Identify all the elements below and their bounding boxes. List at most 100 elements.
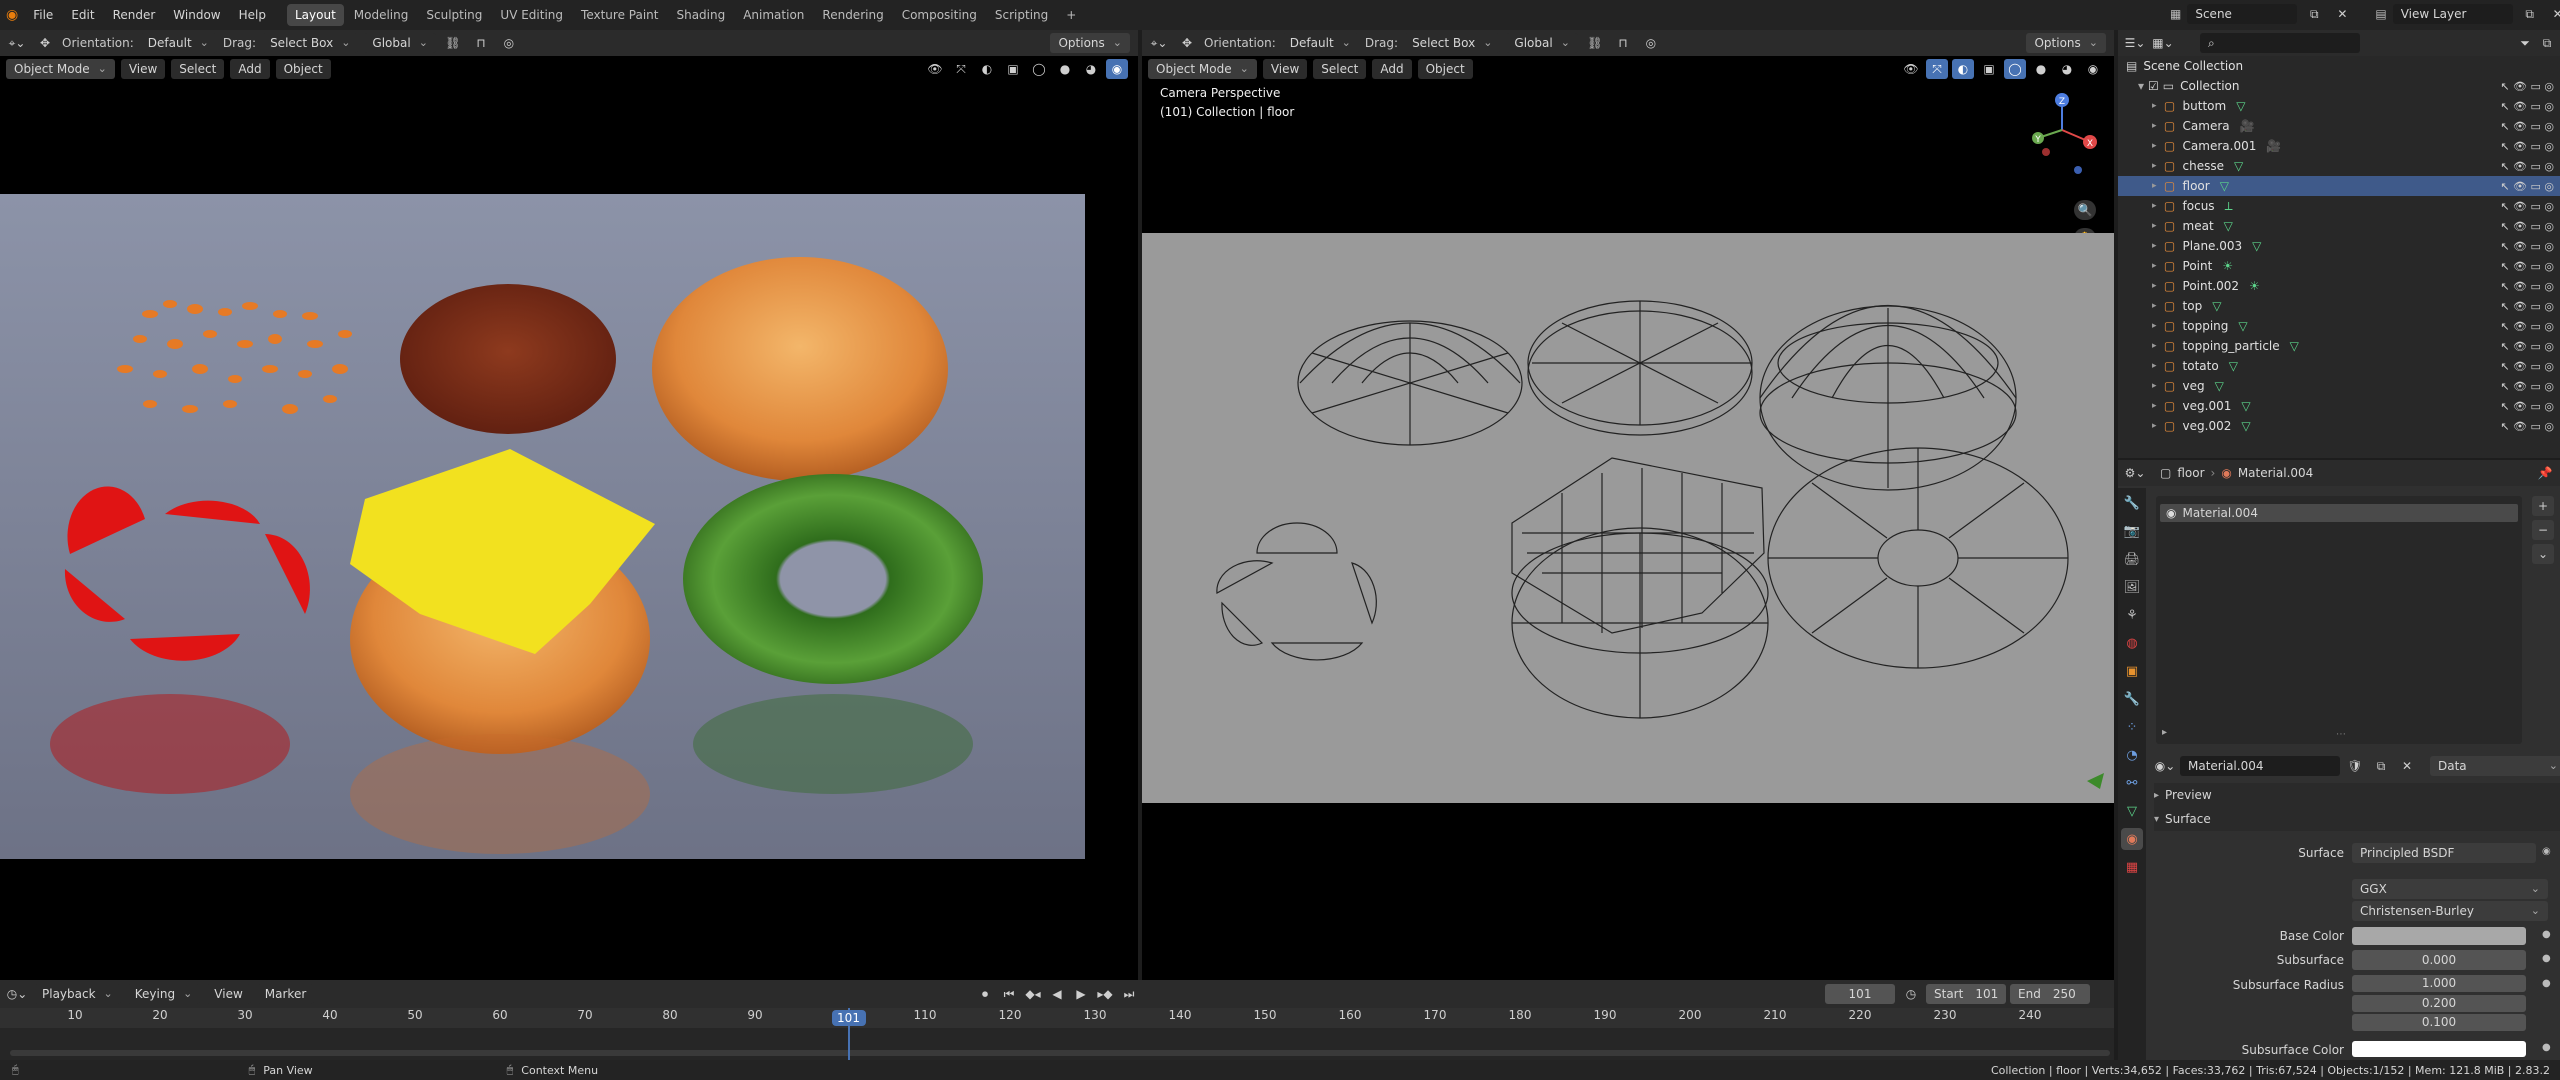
expand-arrow-icon[interactable]: ▸ xyxy=(2152,301,2157,311)
menu-object[interactable]: Object xyxy=(275,59,331,79)
row-toggle-icons[interactable]: ↖ 👁 ▭ ◎ xyxy=(2500,80,2554,93)
subsurface-radius-x-field[interactable]: 1.000 xyxy=(2352,975,2526,992)
visibility-icon[interactable]: 👁 xyxy=(1900,59,1922,79)
unlink-material-icon[interactable]: ✕ xyxy=(2396,756,2418,776)
row-toggle-icons[interactable]: ↖ 👁 ▭ ◎ xyxy=(2500,260,2554,273)
expand-arrow-icon[interactable]: ▸ xyxy=(2152,401,2157,411)
editor-type-icon[interactable]: ⚙⌄ xyxy=(2124,463,2146,483)
frame-ruler[interactable] xyxy=(0,1008,2114,1028)
shading-rendered-icon[interactable]: ◉ xyxy=(1106,59,1128,79)
material-slot[interactable]: ◉ Material.004 xyxy=(2160,504,2518,522)
render-tab-icon[interactable]: 📷 xyxy=(2121,520,2143,542)
outliner-row[interactable]: ▸ ▢ buttom ▽ ↖ 👁 ▭ ◎ xyxy=(2118,96,2560,116)
checkbox-icon[interactable]: ☑ xyxy=(2148,79,2159,93)
menu-select[interactable]: Select xyxy=(171,59,225,79)
row-toggle-icons[interactable]: ↖ 👁 ▭ ◎ xyxy=(2500,120,2554,133)
proportional-edit-icon[interactable]: ◎ xyxy=(498,33,520,53)
proportional-edit-icon[interactable]: ◎ xyxy=(1640,33,1662,53)
expand-arrow-icon[interactable]: ▸ xyxy=(2152,161,2157,171)
output-tab-icon[interactable]: 🖨 xyxy=(2121,548,2143,570)
expand-arrow-icon[interactable]: ▸ xyxy=(2152,221,2157,231)
world-tab-icon[interactable]: ◍ xyxy=(2121,632,2143,654)
pin-icon[interactable]: 📌 xyxy=(2534,463,2556,483)
shading-solid-icon[interactable]: ● xyxy=(1054,59,1076,79)
menu-view[interactable]: View xyxy=(1262,59,1308,79)
expand-arrow-icon[interactable]: ▸ xyxy=(2152,361,2157,371)
outliner-row[interactable]: ▸ ▢ topping ▽ ↖ 👁 ▭ ◎ xyxy=(2118,316,2560,336)
viewport-right[interactable]: ⌖⌄ ✥ Orientation: Default Drag: Select B… xyxy=(1142,30,2114,980)
outliner-row[interactable]: ▸ ▢ focus ⟂ ↖ 👁 ▭ ◎ xyxy=(2118,196,2560,216)
outliner-row[interactable]: ▸ ▢ veg.002 ▽ ↖ 👁 ▭ ◎ xyxy=(2118,416,2560,436)
menu-playback[interactable]: Playback xyxy=(34,984,121,1004)
menu-render[interactable]: Render xyxy=(104,0,165,30)
outliner-row[interactable]: ▸ ▢ topping_particle ▽ ↖ 👁 ▭ ◎ xyxy=(2118,336,2560,356)
current-frame-field[interactable]: 101 xyxy=(1825,984,1895,1004)
remove-slot-icon[interactable]: − xyxy=(2532,520,2554,540)
shading-material-icon[interactable]: ◕ xyxy=(2056,59,2078,79)
add-slot-icon[interactable]: + xyxy=(2532,496,2554,516)
overlays-icon[interactable]: ◐ xyxy=(1952,59,1974,79)
expand-arrow-icon[interactable]: ▸ xyxy=(2152,321,2157,331)
playhead-frame-badge[interactable]: 101 xyxy=(831,1010,866,1026)
visibility-icon[interactable]: 👁 xyxy=(924,59,946,79)
row-toggle-icons[interactable]: ↖ 👁 ▭ ◎ xyxy=(2500,400,2554,413)
outliner-row[interactable]: ▸ ▢ Camera 🎥 ↖ 👁 ▭ ◎ xyxy=(2118,116,2560,136)
expand-arrow-icon[interactable]: ▾ xyxy=(2138,79,2144,93)
socket-icon[interactable]: ● xyxy=(2542,929,2551,940)
options-dropdown[interactable]: Options xyxy=(2026,33,2106,53)
menu-edit[interactable]: Edit xyxy=(62,0,103,30)
outliner-row[interactable]: ▸ ▢ Point ☀ ↖ 👁 ▭ ◎ xyxy=(2118,256,2560,276)
preview-range-icon[interactable]: ◷ xyxy=(1900,984,1922,1004)
mode-dropdown[interactable]: Object Mode xyxy=(1148,59,1257,79)
list-resize-handle-icon[interactable]: ⋯ xyxy=(2336,729,2346,740)
transform-space-dropdown[interactable]: Global xyxy=(364,33,436,53)
workspace-tab-sculpting[interactable]: Sculpting xyxy=(418,4,490,26)
play-reverse-icon[interactable]: ◀ xyxy=(1046,984,1068,1004)
fake-user-icon[interactable]: 🛡 xyxy=(2344,756,2366,776)
subsurface-radius-y-field[interactable]: 0.200 xyxy=(2352,995,2526,1012)
gizmo-toggle-icon[interactable]: ⤧ xyxy=(950,59,972,79)
menu-select[interactable]: Select xyxy=(1313,59,1367,79)
outliner-row[interactable]: ▸ ▢ veg.001 ▽ ↖ 👁 ▭ ◎ xyxy=(2118,396,2560,416)
menu-view[interactable]: View xyxy=(206,984,251,1004)
outliner-row[interactable]: ▸ ▢ meat ▽ ↖ 👁 ▭ ◎ xyxy=(2118,216,2560,236)
expand-arrow-icon[interactable]: ▸ xyxy=(2152,421,2157,431)
filter-icon[interactable]: ⏷ xyxy=(2514,33,2536,53)
expand-arrow-icon[interactable]: ▸ xyxy=(2152,101,2157,111)
menu-marker[interactable]: Marker xyxy=(256,984,315,1004)
workspace-tab-animation[interactable]: Animation xyxy=(735,4,812,26)
row-toggle-icons[interactable]: ↖ 👁 ▭ ◎ xyxy=(2500,180,2554,193)
zoom-icon[interactable]: 🔍 xyxy=(2074,200,2096,220)
shading-material-icon[interactable]: ◕ xyxy=(1080,59,1102,79)
physics-tab-icon[interactable]: ◔ xyxy=(2121,744,2143,766)
workspace-tab-shading[interactable]: Shading xyxy=(668,4,733,26)
subsurface-radius-z-field[interactable]: 0.100 xyxy=(2352,1014,2526,1031)
socket-icon[interactable]: ◉ xyxy=(2542,846,2551,857)
menu-window[interactable]: Window xyxy=(164,0,229,30)
menu-file[interactable]: File xyxy=(24,0,62,30)
shading-rendered-icon[interactable]: ◉ xyxy=(2082,59,2104,79)
end-frame-field[interactable]: End 250 xyxy=(2010,984,2090,1004)
shading-wireframe-icon[interactable]: ◯ xyxy=(2004,59,2026,79)
orientation-dropdown[interactable]: Default xyxy=(1281,33,1359,53)
transform-pivot-icon[interactable]: ✥ xyxy=(34,33,56,53)
options-dropdown[interactable]: Options xyxy=(1050,33,1130,53)
outliner-row[interactable]: ▸ ▢ top ▽ ↖ 👁 ▭ ◎ xyxy=(2118,296,2560,316)
object-tab-icon[interactable]: ▣ xyxy=(2121,660,2143,682)
expand-arrow-icon[interactable]: ▸ xyxy=(2152,261,2157,271)
snap-icon[interactable]: ⊓ xyxy=(470,33,492,53)
outliner-row[interactable]: ▸ ▢ veg ▽ ↖ 👁 ▭ ◎ xyxy=(2118,376,2560,396)
distribution-dropdown[interactable]: GGX xyxy=(2352,879,2548,899)
expand-arrow-icon[interactable]: ▸ xyxy=(2152,341,2157,351)
expand-arrow-icon[interactable]: ▸ xyxy=(2152,121,2157,131)
expand-arrow-icon[interactable]: ▸ xyxy=(2152,181,2157,191)
row-toggle-icons[interactable]: ↖ 👁 ▭ ◎ xyxy=(2500,360,2554,373)
link-mode-dropdown[interactable]: Data xyxy=(2430,756,2560,776)
record-icon[interactable]: ⏺ xyxy=(974,984,996,1004)
editor-type-icon[interactable]: ◷⌄ xyxy=(6,984,28,1004)
view-layer-tab-icon[interactable]: 🖼 xyxy=(2121,576,2143,598)
scene-tab-icon[interactable]: ⚘ xyxy=(2121,604,2143,626)
play-icon[interactable]: ▶ xyxy=(1070,984,1092,1004)
row-toggle-icons[interactable]: ↖ 👁 ▭ ◎ xyxy=(2500,300,2554,313)
editor-type-icon[interactable]: ⌖⌄ xyxy=(1148,33,1170,53)
